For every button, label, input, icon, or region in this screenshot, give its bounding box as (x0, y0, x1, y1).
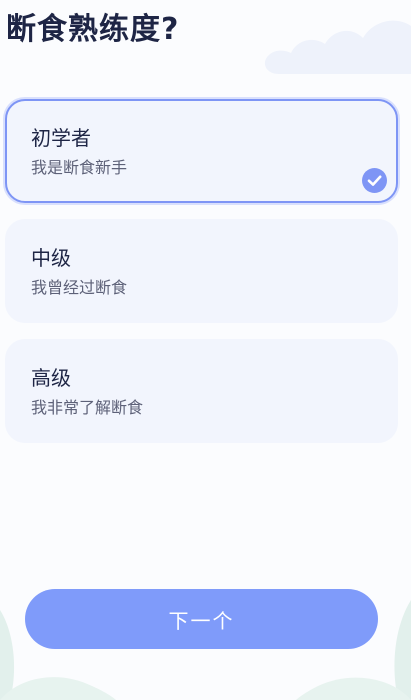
option-description: 我曾经过断食 (31, 278, 128, 297)
option-intermediate[interactable]: 中级 我曾经过断食 (5, 219, 398, 323)
option-description: 我非常了解断食 (31, 398, 144, 417)
fasting-level-screen: 断食熟练度? 初学者 我是断食新手 中级 我曾经过断食 高级 我非常了解断食 下… (0, 0, 411, 700)
background-cloud-icon (264, 20, 411, 74)
option-description: 我是断食新手 (31, 158, 128, 177)
checkmark-circle-icon (362, 168, 387, 193)
option-advanced[interactable]: 高级 我非常了解断食 (5, 339, 398, 443)
page-title: 断食熟练度? (6, 12, 180, 47)
option-title: 初学者 (31, 126, 91, 150)
next-button[interactable]: 下一个 (25, 589, 378, 649)
option-title: 高级 (31, 366, 71, 390)
option-beginner[interactable]: 初学者 我是断食新手 (5, 99, 398, 203)
option-title: 中级 (31, 246, 71, 270)
